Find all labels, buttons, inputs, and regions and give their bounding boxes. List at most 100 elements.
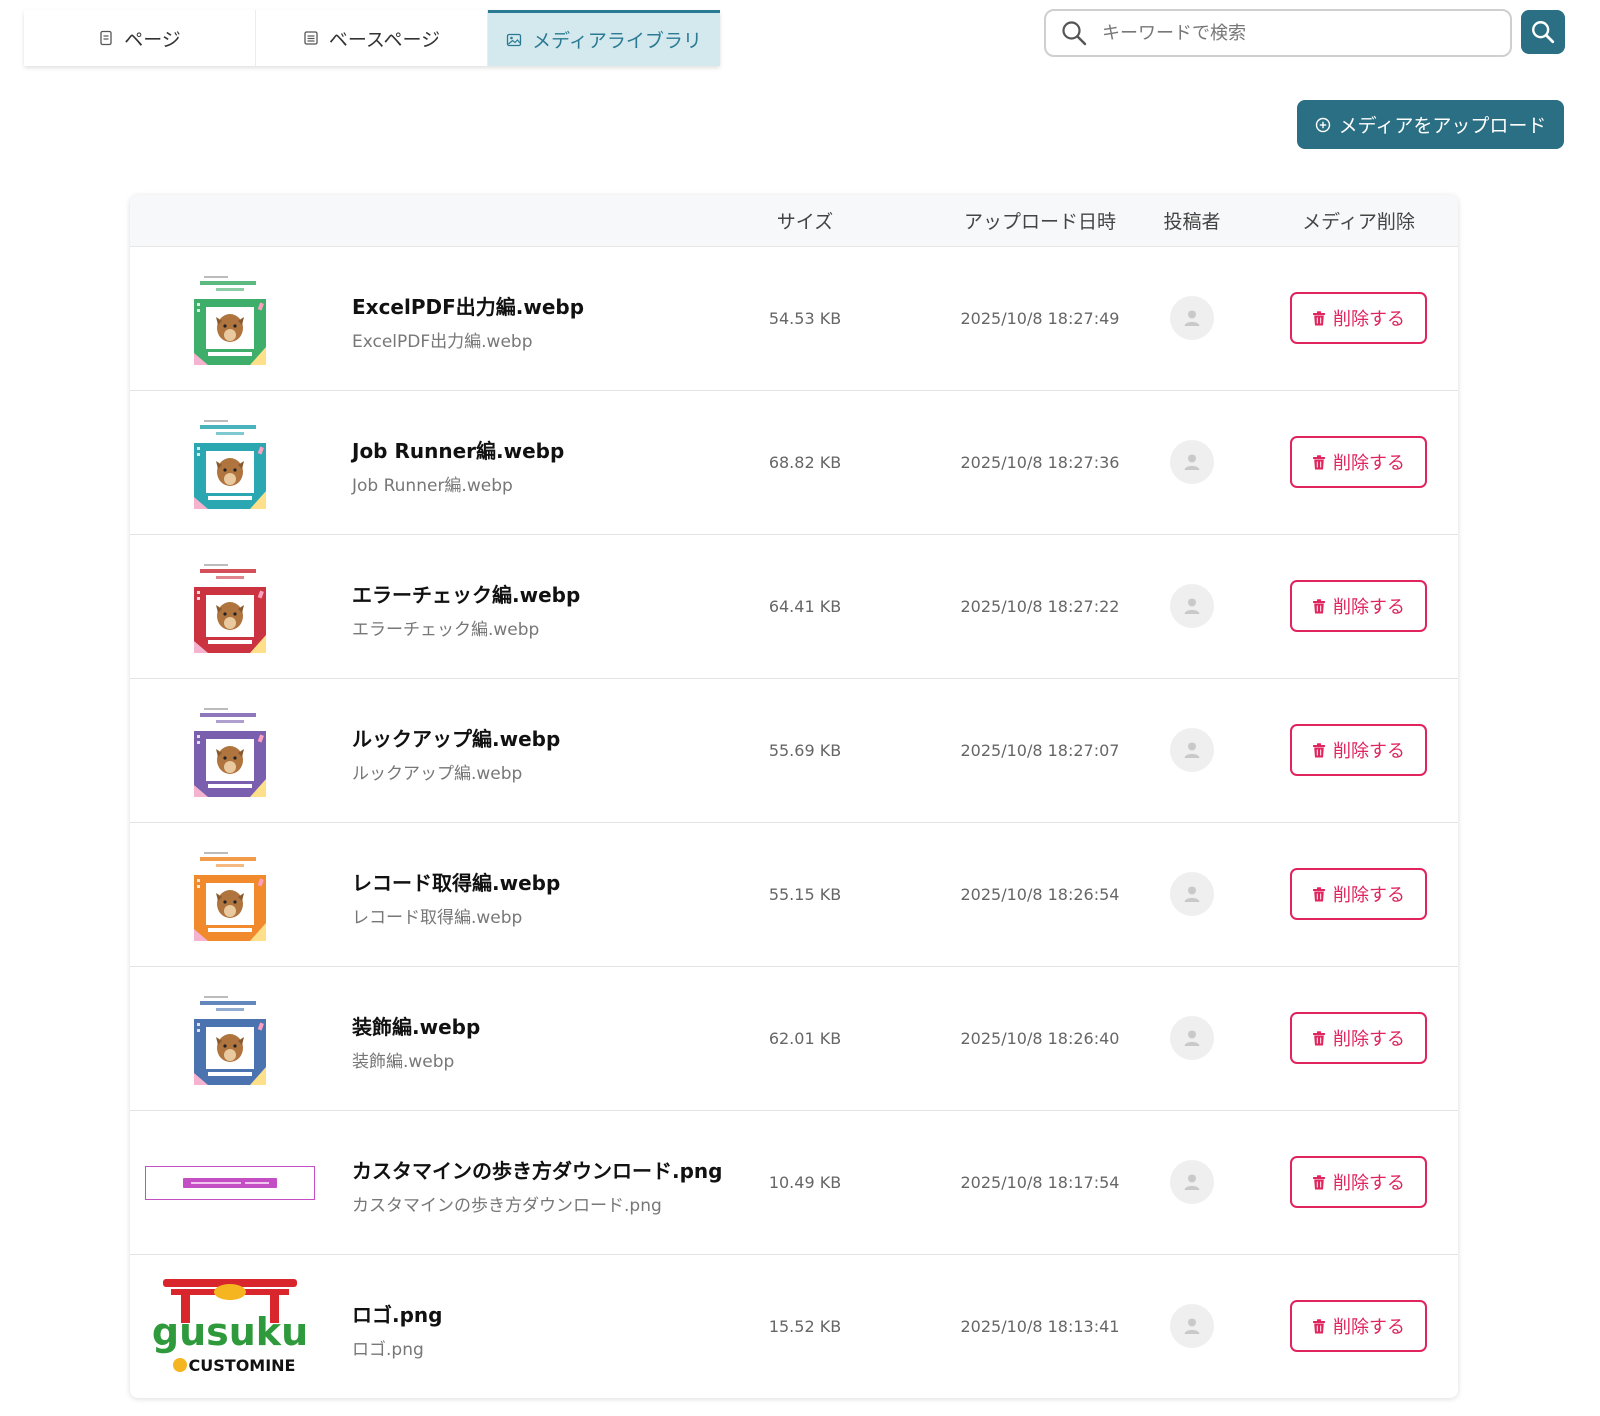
column-header-uploaded-at: アップロード日時 xyxy=(963,211,1116,233)
media-size: 64.41 KB xyxy=(768,597,842,616)
author-avatar xyxy=(1170,296,1214,340)
media-size: 55.15 KB xyxy=(768,885,842,904)
book-cover-image xyxy=(193,272,266,365)
media-size: 54.53 KB xyxy=(768,309,842,328)
media-upload-date: 2025/10/8 18:17:54 xyxy=(960,1173,1120,1192)
media-upload-date: 2025/10/8 18:27:22 xyxy=(960,597,1120,616)
delete-button-label: 削除する xyxy=(1333,885,1405,906)
search-button[interactable] xyxy=(1521,10,1565,54)
media-title: 装飾編.webp xyxy=(352,1015,481,1039)
media-upload-date: 2025/10/8 18:13:41 xyxy=(960,1317,1120,1336)
media-title: ExcelPDF出力編.webp xyxy=(352,295,585,319)
delete-button[interactable]: 削除する xyxy=(1290,292,1427,344)
author-avatar xyxy=(1170,1016,1214,1060)
media-thumbnail[interactable] xyxy=(142,535,317,678)
trash-icon xyxy=(1313,742,1325,757)
user-icon xyxy=(1184,310,1200,326)
media-thumbnail[interactable] xyxy=(142,823,317,966)
media-thumbnail[interactable] xyxy=(142,247,317,390)
delete-button-label: 削除する xyxy=(1333,1029,1405,1050)
media-filename: レコード取得編.webp xyxy=(352,908,523,928)
media-thumbnail[interactable] xyxy=(142,1111,317,1254)
column-header-size: サイズ xyxy=(776,211,834,233)
media-thumbnail[interactable]: gusuku CUSTOMINE xyxy=(142,1255,317,1398)
logo-wordmark: gusuku xyxy=(151,1310,307,1354)
plus-circle-icon xyxy=(1315,117,1330,132)
delete-button[interactable]: 削除する xyxy=(1290,1156,1427,1208)
author-avatar xyxy=(1170,1304,1214,1348)
user-icon xyxy=(1184,454,1200,470)
delete-button[interactable]: 削除する xyxy=(1290,724,1427,776)
media-thumbnail[interactable] xyxy=(142,679,317,822)
delete-button[interactable]: 削除する xyxy=(1290,1300,1427,1352)
media-title: ロゴ.png xyxy=(352,1303,443,1327)
tab-media-library[interactable]: メディアライブラリ xyxy=(488,10,720,66)
base-page-icon xyxy=(304,31,318,45)
table-row: ExcelPDF出力編.webp ExcelPDF出力編.webp 54.53 … xyxy=(130,247,1458,391)
media-filename: エラーチェック編.webp xyxy=(352,620,540,640)
page-icon xyxy=(100,30,112,46)
delete-button[interactable]: 削除する xyxy=(1290,436,1427,488)
table-row: 装飾編.webp 装飾編.webp 62.01 KB 2025/10/8 18:… xyxy=(130,967,1458,1111)
user-icon xyxy=(1184,598,1200,614)
delete-button[interactable]: 削除する xyxy=(1290,580,1427,632)
media-filename: ルックアップ編.webp xyxy=(352,764,523,784)
media-upload-date: 2025/10/8 18:26:54 xyxy=(960,885,1120,904)
book-cover-image xyxy=(193,416,266,509)
search-input[interactable] xyxy=(1100,21,1484,45)
author-avatar xyxy=(1170,728,1214,772)
tab-base-pages[interactable]: ベースページ xyxy=(256,10,488,66)
logo-subtext: CUSTOMINE xyxy=(188,1356,295,1375)
user-icon xyxy=(1184,886,1200,902)
image-icon xyxy=(507,33,522,46)
table-row: レコード取得編.webp レコード取得編.webp 55.15 KB 2025/… xyxy=(130,823,1458,967)
media-size: 62.01 KB xyxy=(768,1029,842,1048)
delete-button-label: 削除する xyxy=(1333,453,1405,474)
upload-button-label: メディアをアップロード xyxy=(1338,115,1547,137)
author-avatar xyxy=(1170,1160,1214,1204)
media-upload-date: 2025/10/8 18:27:07 xyxy=(960,741,1120,760)
user-icon xyxy=(1184,1318,1200,1334)
media-filename: Job Runner編.webp xyxy=(352,476,513,496)
book-cover-image xyxy=(193,848,266,941)
trash-icon xyxy=(1313,1318,1325,1333)
trash-icon xyxy=(1313,1174,1325,1189)
trash-icon xyxy=(1313,598,1325,613)
delete-button-label: 削除する xyxy=(1333,597,1405,618)
media-title: ルックアップ編.webp xyxy=(352,727,561,751)
delete-button-label: 削除する xyxy=(1333,741,1405,762)
media-thumbnail[interactable] xyxy=(142,391,317,534)
column-header-delete: メディア削除 xyxy=(1302,211,1415,233)
trash-icon xyxy=(1313,310,1325,325)
author-avatar xyxy=(1170,440,1214,484)
user-icon xyxy=(1184,742,1200,758)
table-row: gusuku CUSTOMINE ロゴ.png ロゴ.png 15.52 KB 2… xyxy=(130,1255,1458,1398)
delete-button[interactable]: 削除する xyxy=(1290,1012,1427,1064)
table-body: ExcelPDF出力編.webp ExcelPDF出力編.webp 54.53 … xyxy=(130,247,1458,1398)
delete-button[interactable]: 削除する xyxy=(1290,868,1427,920)
tab-label: メディアライブラリ xyxy=(532,30,702,52)
media-title: レコード取得編.webp xyxy=(352,871,561,895)
user-icon xyxy=(1184,1174,1200,1190)
tab-label: ページ xyxy=(124,28,181,51)
search-icon xyxy=(1062,21,1087,46)
media-table: サイズ アップロード日時 投稿者 メディア削除 ExcelPDF出力編.webp… xyxy=(130,195,1458,1398)
delete-button-label: 削除する xyxy=(1333,309,1405,330)
media-thumbnail[interactable] xyxy=(142,967,317,1110)
upload-media-button[interactable]: メディアをアップロード xyxy=(1297,100,1564,149)
table-row: カスタマインの歩き方ダウンロード.png カスタマインの歩き方ダウンロード.pn… xyxy=(130,1111,1458,1255)
table-row: Job Runner編.webp Job Runner編.webp 68.82 … xyxy=(130,391,1458,535)
column-header-author: 投稿者 xyxy=(1163,211,1221,233)
media-filename: カスタマインの歩き方ダウンロード.png xyxy=(352,1196,662,1216)
gusuku-logo-image: gusuku CUSTOMINE xyxy=(151,1278,308,1375)
media-filename: ロゴ.png xyxy=(352,1340,424,1360)
tab-pages[interactable]: ページ xyxy=(24,10,256,66)
delete-button-label: 削除する xyxy=(1333,1173,1405,1194)
book-cover-image xyxy=(193,992,266,1085)
media-upload-date: 2025/10/8 18:27:36 xyxy=(960,453,1120,472)
tab-bar: ページ ベースページ メディアライブラリ xyxy=(24,10,720,66)
media-filename: ExcelPDF出力編.webp xyxy=(352,332,533,352)
delete-button-label: 削除する xyxy=(1333,1317,1405,1338)
media-size: 10.49 KB xyxy=(768,1173,842,1192)
author-avatar xyxy=(1170,584,1214,628)
